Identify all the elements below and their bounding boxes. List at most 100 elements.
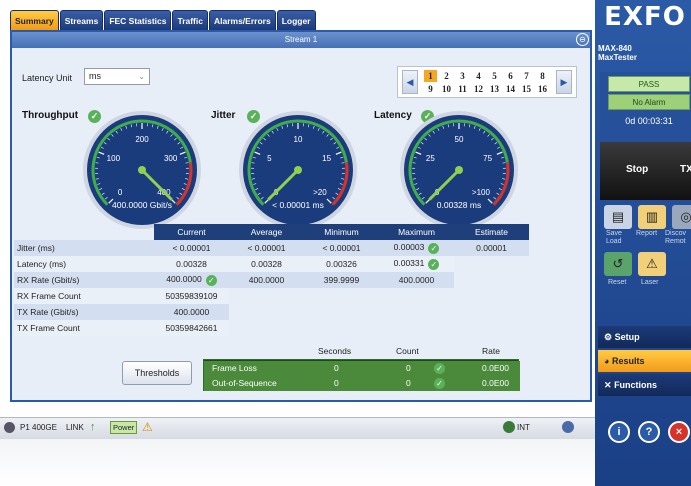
gauge-1: 051015>20< 0.00001 ms	[239, 111, 357, 229]
tab-summary[interactable]: Summary	[10, 10, 59, 30]
rate-cell: 0.0E00	[482, 378, 509, 388]
tab-traffic[interactable]: Traffic	[172, 10, 208, 30]
discover-remote-icon[interactable]: ◎	[672, 205, 691, 229]
check-icon: ✓	[434, 378, 445, 389]
info-icon[interactable]: i	[608, 421, 630, 443]
menu-functions[interactable]: ✕ Functions	[598, 374, 691, 396]
page-3-button[interactable]: 3	[456, 70, 469, 82]
page-14-button[interactable]: 14	[504, 83, 517, 95]
page-9-button[interactable]: 9	[424, 83, 437, 95]
table-cell	[229, 304, 304, 320]
status-bar: P1 400GE LINK ↑ Power ⚠ INT	[0, 417, 595, 439]
port-label: P1 400GE	[20, 423, 57, 432]
statistics-table: Current Average Minimum Maximum Estimate Jitt…	[14, 224, 529, 336]
page-2-button[interactable]: 2	[440, 70, 453, 82]
status-panel: PASS No Alarm 0d 00:03:31	[600, 72, 691, 142]
gauge-tick-label: 15	[322, 154, 331, 163]
tab-alarms-errors[interactable]: Alarms/Errors	[208, 10, 276, 30]
report-icon[interactable]: ▥	[638, 205, 666, 229]
reset-icon[interactable]: ↺	[604, 252, 632, 276]
frame-row-label: Out-of-Sequence	[212, 378, 277, 388]
help-icon[interactable]: ?	[638, 421, 660, 443]
menu-setup[interactable]: ⚙ Setup	[598, 326, 691, 348]
power-badge: Power	[110, 421, 138, 434]
table-cell	[454, 320, 529, 336]
table-cell	[229, 320, 304, 336]
page-4-button[interactable]: 4	[472, 70, 485, 82]
warning-icon[interactable]: ⚠	[142, 420, 153, 434]
check-icon: ✓	[205, 274, 217, 286]
tab-logger[interactable]: Logger	[276, 10, 316, 30]
latency-unit-select[interactable]: ms ⌄	[84, 68, 150, 85]
page-12-button[interactable]: 12	[472, 83, 485, 95]
gauge-tick-label: 200	[135, 135, 149, 144]
table-cell: 400.0000 ✓	[154, 272, 229, 288]
pass-badge: PASS	[608, 76, 690, 92]
pager-next-button[interactable]: ▶	[556, 70, 572, 94]
table-cell	[454, 272, 529, 288]
frame-table: Frame Loss 0 0 0.0E00 ✓ Out-of-Sequence 0 0 0.0E…	[203, 359, 520, 391]
table-cell	[304, 320, 379, 336]
tab-fec-statistics[interactable]: FEC Statistics	[104, 10, 172, 30]
gauge-tick-label: >20	[313, 188, 327, 197]
table-row: RX Rate (Gbit/s) 400.0000 ✓ 400.0000 399.999…	[14, 272, 529, 288]
table-cell: 50359842661	[154, 320, 229, 336]
table-cell: 0.00001	[454, 240, 529, 256]
table-cell	[379, 288, 454, 304]
page-11-button[interactable]: 11	[456, 83, 469, 95]
pager-prev-button[interactable]: ◀	[402, 70, 418, 94]
row-label: Latency (ms)	[14, 256, 154, 272]
laser-icon[interactable]: ⚠	[638, 252, 666, 276]
page-6-button[interactable]: 6	[504, 70, 517, 82]
page-8-button[interactable]: 8	[536, 70, 549, 82]
table-cell: 0.00328	[229, 256, 304, 272]
table-cell: 400.0000	[379, 272, 454, 288]
table-cell: 50359839109	[154, 288, 229, 304]
frame-row: Out-of-Sequence 0 0 0.0E00 ✓	[204, 376, 520, 391]
check-icon: ✓	[428, 258, 440, 270]
gear-icon: ⚙	[604, 332, 613, 342]
tx-button[interactable]: TX	[680, 164, 691, 175]
gauge-value: < 0.00001 ms	[272, 200, 324, 210]
page-1-button[interactable]: 1	[424, 70, 437, 82]
col-header-count: Count	[396, 346, 419, 356]
menu-results[interactable]: ◕ Results	[598, 350, 691, 372]
col-header-seconds: Seconds	[318, 346, 352, 356]
page-10-button[interactable]: 10	[440, 83, 453, 95]
clock-label: INT	[517, 423, 530, 432]
table-cell	[304, 288, 379, 304]
save-load-icon[interactable]: ▤	[604, 205, 632, 229]
stop-panel: Stop TX	[600, 142, 691, 200]
seconds-cell: 0	[334, 363, 339, 373]
globe-icon[interactable]	[562, 421, 574, 433]
table-row: TX Frame Count 50359842661	[14, 320, 529, 336]
model-label: MAX-840 MaxTester	[598, 44, 637, 62]
rate-cell: 0.0E00	[482, 363, 509, 373]
clock-icon	[503, 421, 515, 433]
brand-logo: EXFO	[604, 2, 686, 32]
table-row: Jitter (ms) < 0.00001 < 0.00001 < 0.00001 0.…	[14, 240, 529, 256]
table-cell: 0.00326	[304, 256, 379, 272]
test-timer: 0d 00:03:31	[625, 116, 673, 126]
thresholds-button[interactable]: Thresholds	[122, 361, 192, 385]
tab-streams[interactable]: Streams	[59, 10, 104, 30]
page-16-button[interactable]: 16	[536, 83, 549, 95]
tab-bar: Summary Streams FEC Statistics Traffic A…	[10, 10, 316, 30]
gauge-tick-label: 75	[483, 154, 492, 163]
stream-pager: ◀ ▶ 1 2 3 4 5 6 7 8 9 10 11 12 13 14 15 16	[397, 66, 577, 98]
stop-button[interactable]: Stop	[626, 164, 648, 175]
port-status-icon	[4, 422, 15, 433]
page-15-button[interactable]: 15	[520, 83, 533, 95]
link-up-icon: ↑	[90, 421, 96, 433]
page-5-button[interactable]: 5	[488, 70, 501, 82]
table-cell: 400.0000	[154, 304, 229, 320]
page-13-button[interactable]: 13	[488, 83, 501, 95]
zoom-icon[interactable]: ⊖	[576, 33, 589, 46]
count-cell: 0	[406, 378, 411, 388]
row-label: RX Frame Count	[14, 288, 154, 304]
close-icon[interactable]: ×	[668, 421, 690, 443]
page-7-button[interactable]: 7	[520, 70, 533, 82]
table-row: Latency (ms) 0.00328 0.00328 0.00326 0.00331…	[14, 256, 529, 272]
stream-title: Stream 1	[12, 32, 590, 48]
model-sub: MaxTester	[598, 53, 637, 62]
